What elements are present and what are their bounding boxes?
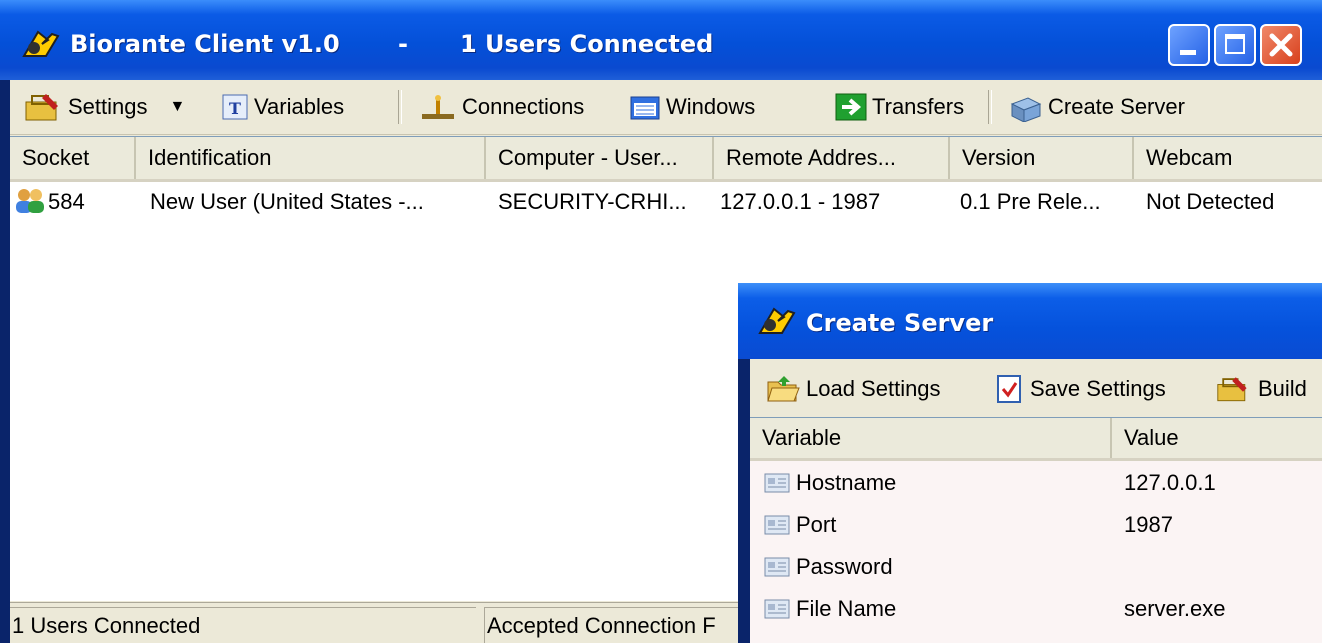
minimize-icon (1180, 50, 1196, 55)
table-row[interactable]: 584 New User (United States -... SECURIT… (10, 183, 1322, 221)
windows-icon (630, 96, 660, 120)
variable-name: Password (764, 546, 893, 588)
variable-label: Hostname (796, 470, 897, 495)
variables-list-header: Variable Value (750, 418, 1322, 461)
app-logo-icon (758, 307, 796, 334)
save-settings-label: Save Settings (1030, 376, 1166, 401)
variable-label: Port (796, 512, 837, 537)
create-server-title: Create Server (806, 309, 994, 337)
variable-value: 1987 (1124, 512, 1173, 537)
column-header-socket[interactable]: Socket (10, 137, 136, 179)
variable-name: Hostname (764, 462, 896, 504)
variable-label: Password (796, 554, 893, 579)
windows-button[interactable]: Windows (628, 88, 755, 126)
variable-name: File Name (764, 588, 896, 630)
variable-icon (764, 473, 790, 493)
load-settings-label: Load Settings (806, 376, 941, 401)
toolbox-icon (25, 94, 58, 121)
title-status: 1 Users Connected (460, 30, 714, 58)
create-server-client-area: Load Settings Save Settings Build Variab… (750, 359, 1322, 643)
variables-icon: T (222, 94, 248, 120)
create-server-label: Create Server (1048, 94, 1185, 119)
close-icon (1269, 33, 1293, 57)
list-item[interactable]: Port 1987 (750, 504, 1322, 546)
variable-value: server.exe (1124, 596, 1226, 621)
toolbar-divider (988, 90, 992, 124)
create-server-toolbar: Load Settings Save Settings Build (750, 359, 1322, 415)
toolbar-divider (398, 90, 402, 124)
close-button[interactable] (1260, 24, 1302, 66)
list-item[interactable]: Hostname 127.0.0.1 (750, 462, 1322, 504)
windows-label: Windows (666, 94, 756, 119)
create-server-button[interactable]: Create Server (1008, 88, 1185, 126)
server-icon (1010, 97, 1042, 122)
cell-remote-address: 127.0.0.1 - 1987 (720, 189, 881, 214)
server-variables-list[interactable]: Variable Value Hostname 127.0.0.1 Port 1… (750, 417, 1322, 643)
svg-text:T: T (229, 99, 241, 118)
variable-icon (764, 557, 790, 577)
toolbox-icon (1217, 377, 1247, 402)
cell-socket: 584 (48, 189, 85, 214)
transfers-button[interactable]: Transfers (834, 88, 964, 126)
settings-button[interactable]: Settings ▼ (24, 88, 185, 126)
status-message: Accepted Connection F (484, 607, 744, 643)
variable-name: Port (764, 504, 836, 546)
variables-button[interactable]: T Variables (220, 88, 344, 126)
minimize-button[interactable] (1168, 24, 1210, 66)
variable-label: File Name (796, 596, 897, 621)
save-settings-button[interactable]: Save Settings (994, 369, 1166, 409)
column-header-variable[interactable]: Variable (750, 418, 1112, 458)
cell-webcam: Not Detected (1146, 189, 1275, 214)
column-header-computer-user[interactable]: Computer - User... (486, 137, 714, 179)
load-settings-button[interactable]: Load Settings (766, 369, 941, 409)
column-header-identification[interactable]: Identification (136, 137, 486, 179)
title-bar[interactable]: Biorante Client v1.0 - 1 Users Connected (0, 0, 1322, 80)
maximize-button[interactable] (1214, 24, 1256, 66)
list-item[interactable]: Password (750, 546, 1322, 588)
chevron-down-icon[interactable]: ▼ (170, 98, 186, 116)
variable-icon (764, 515, 790, 535)
users-icon (16, 189, 44, 213)
maximize-icon (1225, 34, 1245, 54)
transfers-label: Transfers (872, 94, 965, 119)
build-label: Build (1258, 376, 1307, 401)
cell-version: 0.1 Pre Rele... (960, 189, 1101, 214)
variable-icon (764, 599, 790, 619)
build-button[interactable]: Build (1216, 369, 1307, 409)
list-item[interactable]: File Name server.exe (750, 588, 1322, 630)
connections-label: Connections (462, 94, 585, 119)
save-document-icon (997, 375, 1021, 403)
column-header-version[interactable]: Version (950, 137, 1134, 179)
folder-open-icon (767, 376, 800, 402)
create-server-title-bar[interactable]: Create Server (738, 283, 1322, 359)
variables-label: Variables (254, 94, 345, 119)
status-users-connected: 1 Users Connected (10, 607, 476, 643)
variable-value: 127.0.0.1 (1124, 470, 1216, 495)
column-header-webcam[interactable]: Webcam (1134, 137, 1322, 179)
cell-computer-user: SECURITY-CRHI... (498, 189, 687, 214)
title-separator: - (398, 30, 408, 58)
column-header-value[interactable]: Value (1112, 418, 1322, 458)
window-title: Biorante Client v1.0 (70, 30, 340, 58)
settings-label: Settings (68, 94, 148, 119)
arrow-right-icon (835, 93, 867, 121)
create-server-window: Create Server Load Settings Save Setting… (738, 283, 1322, 643)
cell-identification: New User (United States -... (150, 189, 424, 214)
list-header: Socket Identification Computer - User...… (10, 137, 1322, 182)
app-logo-icon (22, 30, 60, 57)
main-toolbar: Settings ▼ T Variables Connections Windo… (10, 80, 1322, 135)
column-header-remote-address[interactable]: Remote Addres... (714, 137, 950, 179)
network-icon (422, 95, 454, 119)
connections-button[interactable]: Connections (418, 88, 584, 126)
